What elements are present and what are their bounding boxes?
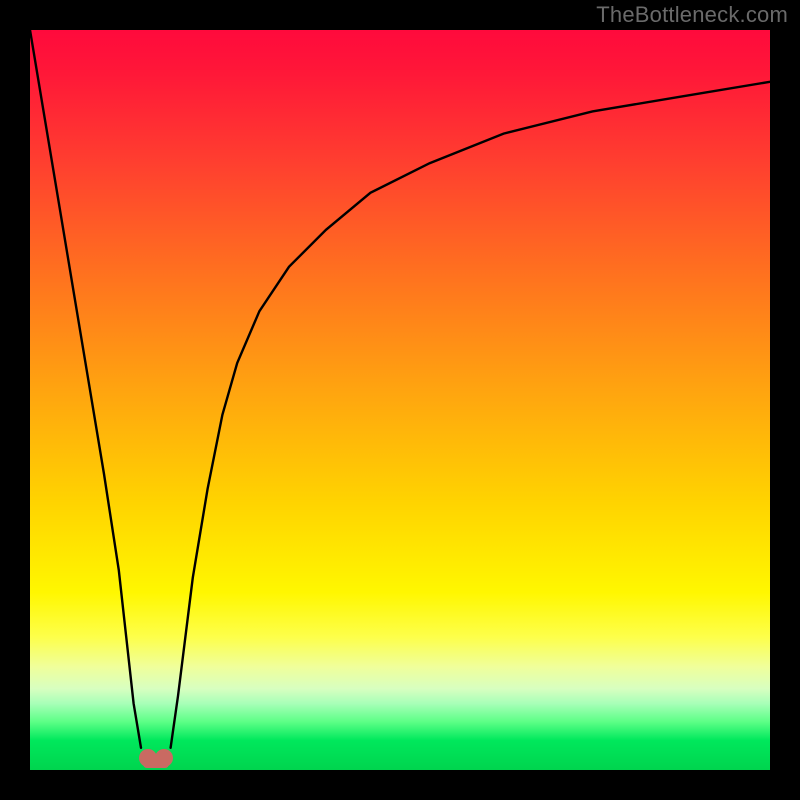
marker-bar <box>143 758 169 768</box>
curve-right-branch <box>171 82 770 748</box>
chart-frame: TheBottleneck.com <box>0 0 800 800</box>
watermark-text: TheBottleneck.com <box>596 2 788 28</box>
curve-left-branch <box>30 30 141 748</box>
plot-area <box>30 30 770 770</box>
minimum-marker <box>139 749 173 769</box>
bottleneck-curve <box>30 30 770 770</box>
